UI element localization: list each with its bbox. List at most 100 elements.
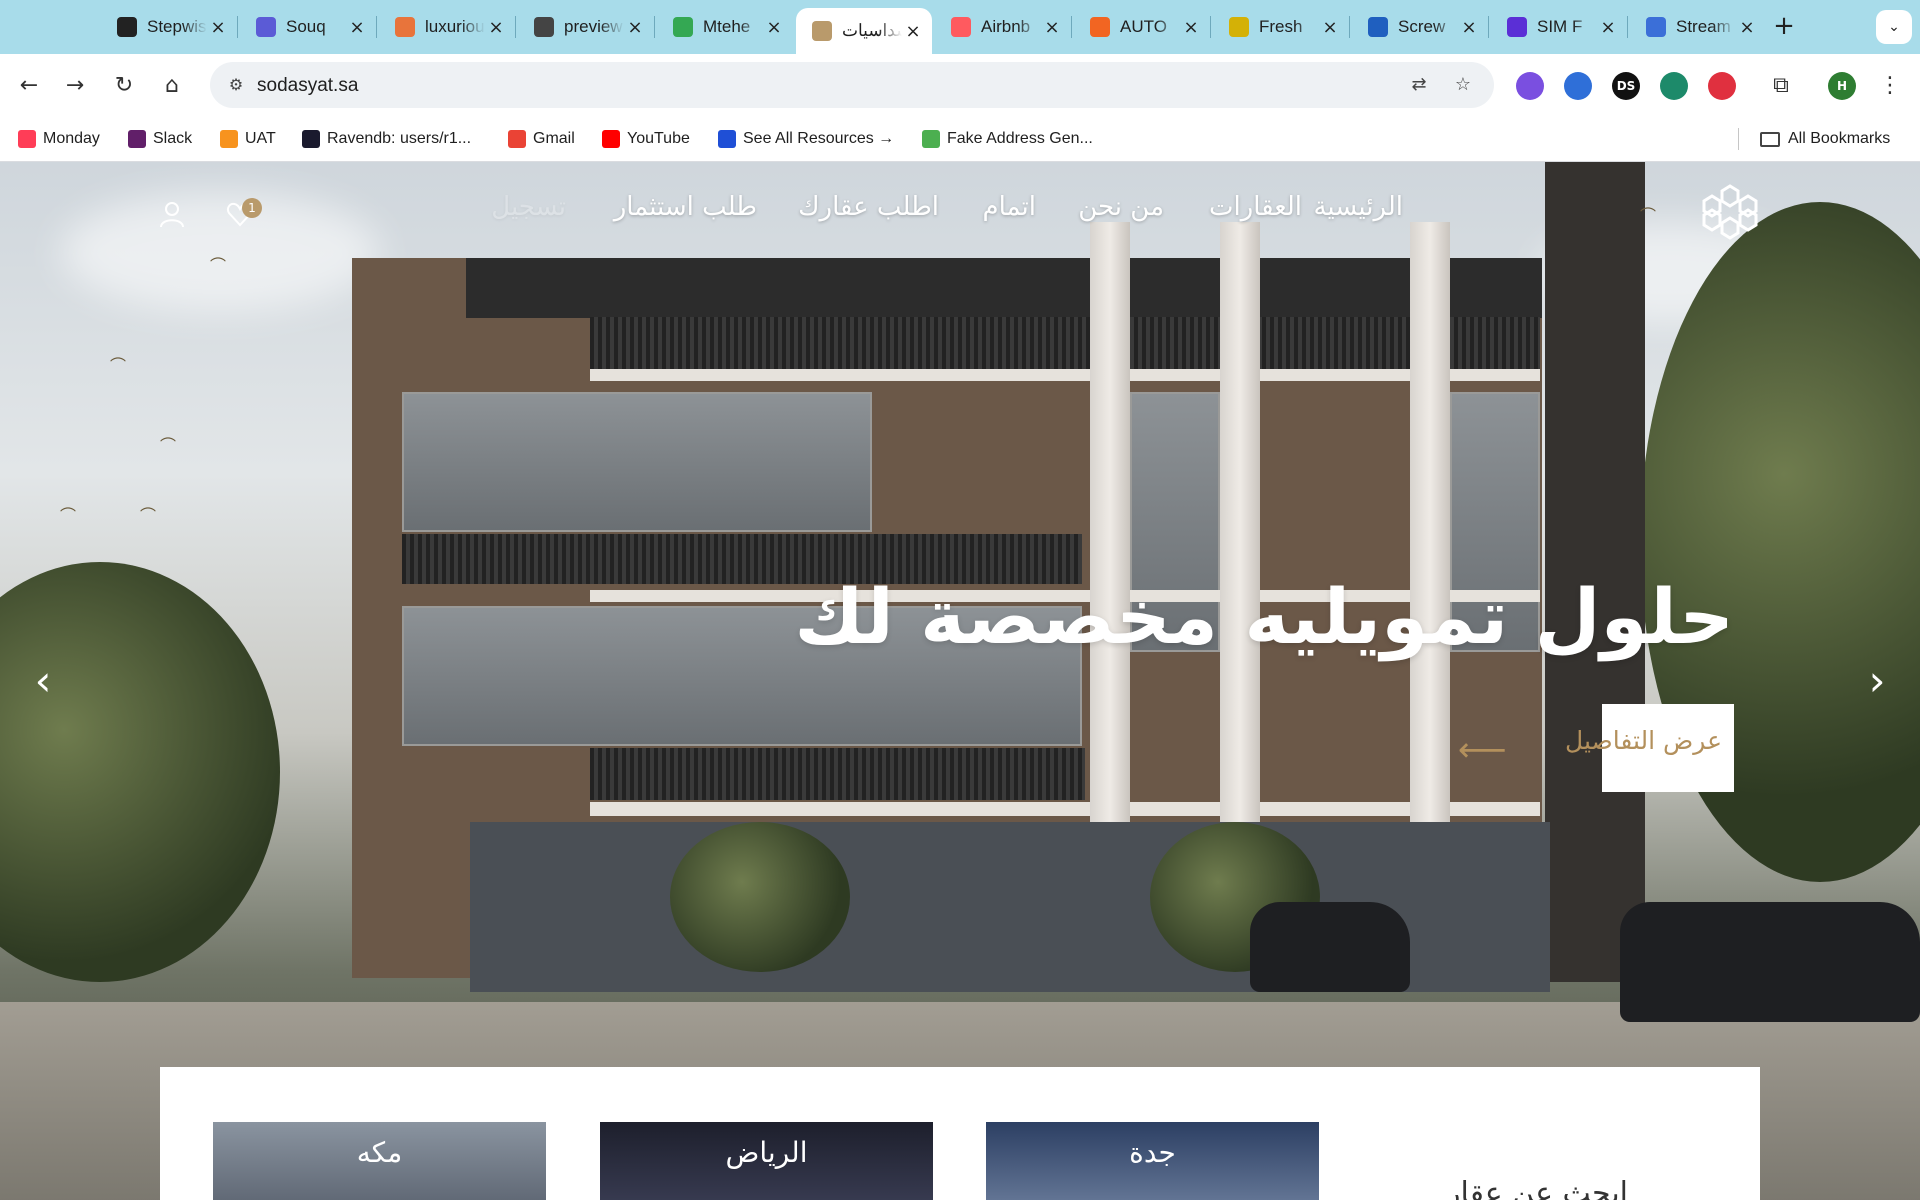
bookmark-label: Gmail bbox=[533, 130, 575, 147]
close-tab-icon[interactable]: × bbox=[1041, 17, 1063, 38]
address-bar[interactable]: ⚙ sodasyat.sa ⇄ ☆ bbox=[210, 62, 1494, 108]
browser-tab[interactable]: Fresh × bbox=[1213, 8, 1349, 46]
profile-avatar[interactable]: H bbox=[1828, 72, 1856, 100]
maps-pin-icon bbox=[673, 17, 693, 37]
nav-register[interactable]: تسجيل bbox=[491, 192, 566, 222]
city-card-jeddah[interactable]: جدة bbox=[986, 1122, 1319, 1200]
cta-label: عرض التفاصيل bbox=[1565, 726, 1722, 755]
browser-menu-icon[interactable]: ⋮ bbox=[1873, 68, 1907, 102]
close-tab-icon[interactable]: × bbox=[1736, 17, 1758, 38]
c-icon bbox=[1507, 17, 1527, 37]
browser-tab[interactable]: Screw × bbox=[1352, 8, 1488, 46]
bookmark-star-icon[interactable]: ☆ bbox=[1450, 73, 1476, 97]
bookmark-item[interactable]: Ravendb: users/r1... bbox=[302, 127, 471, 151]
url-text[interactable]: sodasyat.sa bbox=[257, 75, 358, 97]
bookmark-item[interactable]: Slack bbox=[128, 127, 192, 151]
browser-tab[interactable]: Stepwise× bbox=[101, 8, 237, 46]
souq-icon bbox=[256, 17, 276, 37]
home-icon[interactable]: ⌂ bbox=[155, 68, 189, 102]
browser-tab[interactable]: سداسيات× bbox=[796, 8, 932, 54]
tab-separator bbox=[1488, 16, 1489, 38]
slider-prev-chevron-icon[interactable]: ‹ bbox=[28, 656, 58, 706]
user-account-icon[interactable] bbox=[158, 200, 186, 228]
stream-icon bbox=[1646, 17, 1666, 37]
browser-tab[interactable]: SIM F × bbox=[1491, 8, 1627, 46]
ds-extension-icon[interactable]: DS bbox=[1612, 72, 1640, 100]
tab-title: سداسيات bbox=[842, 21, 902, 40]
youtube-icon bbox=[602, 130, 620, 148]
resources-icon bbox=[718, 130, 736, 148]
folder-icon bbox=[1760, 131, 1780, 147]
airbnb-icon bbox=[951, 17, 971, 37]
bookmark-label: Fake Address Gen... bbox=[947, 130, 1093, 147]
nav-about[interactable]: من نحن bbox=[1078, 192, 1164, 222]
nav-home[interactable]: الرئيسية bbox=[1313, 192, 1403, 222]
nav-request-property[interactable]: اطلب عقارك bbox=[798, 192, 939, 222]
translate-icon[interactable]: ⇄ bbox=[1406, 73, 1432, 97]
close-tab-icon[interactable]: × bbox=[207, 17, 229, 38]
bookmark-label: YouTube bbox=[627, 130, 690, 147]
all-bookmarks-button[interactable]: All Bookmarks bbox=[1760, 127, 1890, 151]
bookmark-item[interactable]: Monday bbox=[18, 127, 100, 151]
hero-headline: حلول تمويليه مخصصة لك bbox=[794, 572, 1734, 661]
all-bookmarks-label: All Bookmarks bbox=[1788, 130, 1891, 147]
new-tab-button[interactable]: + bbox=[1770, 12, 1798, 40]
color-wheel-extension-icon[interactable] bbox=[1516, 72, 1544, 100]
bird: ⌒ bbox=[160, 436, 177, 455]
building-slats-low bbox=[590, 748, 1085, 800]
close-tab-icon[interactable]: × bbox=[1597, 17, 1619, 38]
nav-investment-request[interactable]: طلب استثمار bbox=[614, 192, 757, 222]
browser-tab[interactable]: Souq × bbox=[240, 8, 376, 46]
city-name: الرياض bbox=[725, 1136, 808, 1169]
back-arrow-icon[interactable]: ← bbox=[12, 68, 46, 102]
close-tab-icon[interactable]: × bbox=[1319, 17, 1341, 38]
building-slab bbox=[590, 802, 1540, 816]
nav-complete[interactable]: اتمام bbox=[982, 192, 1036, 222]
browser-tab[interactable]: Airbnb × bbox=[935, 8, 1071, 46]
tab-separator bbox=[654, 16, 655, 38]
forward-arrow-icon[interactable]: → bbox=[58, 68, 92, 102]
city-name: جدة bbox=[1129, 1136, 1176, 1169]
building-top-floor bbox=[466, 258, 1542, 318]
monday-icon bbox=[18, 130, 36, 148]
browser-tab[interactable]: AUTO × bbox=[1074, 8, 1210, 46]
close-tab-icon[interactable]: × bbox=[902, 21, 924, 42]
tab-search-chevron-icon[interactable]: ⌄ bbox=[1876, 10, 1912, 44]
sodasyat-logo-icon[interactable] bbox=[1698, 180, 1762, 244]
tab-separator bbox=[1627, 16, 1628, 38]
view-details-button[interactable]: عرض التفاصيل ⟵ bbox=[1430, 704, 1734, 792]
bookmark-item[interactable]: Fake Address Gen... bbox=[922, 127, 1093, 151]
bookmark-item[interactable]: UAT bbox=[220, 127, 276, 151]
city-card-makkah[interactable]: مكه bbox=[213, 1122, 546, 1200]
shield-extension-icon[interactable] bbox=[1564, 72, 1592, 100]
red-extension-icon[interactable] bbox=[1708, 72, 1736, 100]
bookmark-item[interactable]: See All Resources → bbox=[718, 127, 894, 151]
browser-tab[interactable]: preview × bbox=[518, 8, 654, 46]
tab-title: luxurious bbox=[425, 17, 485, 36]
close-tab-icon[interactable]: × bbox=[1458, 17, 1480, 38]
extensions-puzzle-icon[interactable]: ⧉ bbox=[1764, 68, 1798, 102]
close-tab-icon[interactable]: × bbox=[346, 17, 368, 38]
close-tab-icon[interactable]: × bbox=[624, 17, 646, 38]
nav-properties[interactable]: العقارات bbox=[1209, 192, 1302, 222]
close-tab-icon[interactable]: × bbox=[485, 17, 507, 38]
close-tab-icon[interactable]: × bbox=[1180, 17, 1202, 38]
bookmark-item[interactable]: Gmail bbox=[508, 127, 575, 151]
monitor-extension-icon[interactable] bbox=[1660, 72, 1688, 100]
site-info-icon[interactable]: ⚙ bbox=[224, 73, 248, 97]
browser-tab[interactable]: Mtehe × bbox=[657, 8, 793, 46]
tab-title: Screw bbox=[1398, 17, 1446, 36]
tab-title: Fresh bbox=[1259, 17, 1303, 36]
city-card-riyadh[interactable]: الرياض bbox=[600, 1122, 933, 1200]
slider-next-chevron-icon[interactable]: › bbox=[1862, 656, 1892, 706]
tab-separator bbox=[376, 16, 377, 38]
browser-tab[interactable]: Stream × bbox=[1630, 8, 1766, 46]
reload-icon[interactable]: ↻ bbox=[107, 68, 141, 102]
gmail-icon bbox=[508, 130, 526, 148]
slack-icon bbox=[128, 130, 146, 148]
bookmark-label: UAT bbox=[245, 130, 276, 147]
browser-tab[interactable]: luxurious× bbox=[379, 8, 515, 46]
bookmark-label: Slack bbox=[153, 130, 193, 147]
bookmark-item[interactable]: YouTube bbox=[602, 127, 690, 151]
close-tab-icon[interactable]: × bbox=[763, 17, 785, 38]
